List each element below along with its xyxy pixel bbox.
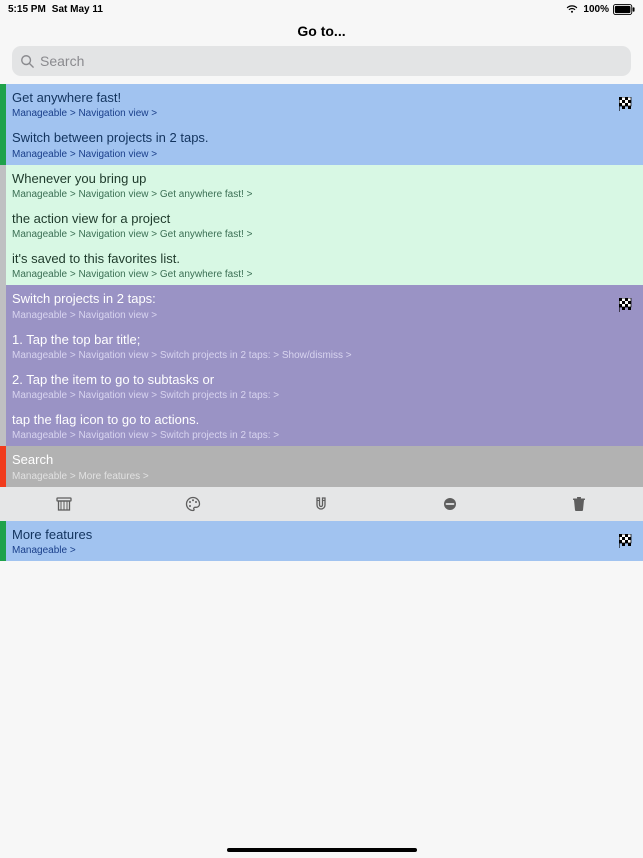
list-item[interactable]: it's saved to this favorites list. Manage… [0, 245, 643, 285]
search-field[interactable] [12, 46, 631, 76]
list-item-body: More features Manageable > [6, 521, 643, 561]
page-title-text: Go to... [297, 23, 345, 39]
list-item-breadcrumb: Manageable > Navigation view > Get anywh… [12, 189, 615, 201]
search-icon [20, 54, 34, 68]
checkered-flag-icon[interactable] [619, 97, 633, 111]
search-input[interactable] [40, 53, 623, 69]
list-item[interactable]: Get anywhere fast! Manageable > Navigatio… [0, 84, 643, 124]
list-item[interactable]: 2. Tap the item to go to subtasks or Mana… [0, 366, 643, 406]
list-item[interactable]: More features Manageable > [0, 521, 643, 561]
list-item-breadcrumb: Manageable > Navigation view > Switch pr… [12, 430, 615, 442]
more-list: More features Manageable > [0, 521, 643, 561]
palette-button[interactable] [173, 487, 213, 521]
list-item-breadcrumb: Manageable > Navigation view > Switch pr… [12, 350, 615, 362]
status-time: 5:15 PM [8, 4, 46, 15]
list-item-body: 2. Tap the item to go to subtasks or Mana… [6, 366, 643, 406]
list-item-body: Search Manageable > More features > [6, 446, 643, 486]
list-item-body: Get anywhere fast! Manageable > Navigatio… [6, 84, 643, 124]
list-item-breadcrumb: Manageable > Navigation view > Get anywh… [12, 269, 615, 281]
list-item-title: 2. Tap the item to go to subtasks or [12, 372, 615, 388]
list-item-breadcrumb: Manageable > Navigation view > [12, 108, 615, 120]
list-item-body: tap the flag icon to go to actions. Manag… [6, 406, 643, 446]
list-item[interactable]: Switch projects in 2 taps: Manageable > N… [0, 285, 643, 325]
list-item[interactable]: Whenever you bring up Manageable > Naviga… [0, 165, 643, 205]
archive-button[interactable] [44, 487, 84, 521]
list-item[interactable]: Switch between projects in 2 taps. Manage… [0, 124, 643, 164]
list-item-breadcrumb: Manageable > Navigation view > [12, 310, 615, 322]
list-item-body: 1. Tap the top bar title; Manageable > Na… [6, 326, 643, 366]
list-item-title: Switch between projects in 2 taps. [12, 130, 615, 146]
list-item-title: 1. Tap the top bar title; [12, 332, 615, 348]
list-item-body: Switch projects in 2 taps: Manageable > N… [6, 285, 643, 325]
status-bar: 5:15 PM Sat May 11 100% [0, 0, 643, 18]
list-item-title: Switch projects in 2 taps: [12, 291, 615, 307]
status-battery-pct: 100% [583, 4, 609, 15]
list-item[interactable]: the action view for a project Manageable … [0, 205, 643, 245]
page-title: Go to... [0, 18, 643, 44]
favorites-list: Get anywhere fast! Manageable > Navigatio… [0, 84, 643, 487]
checkered-flag-icon[interactable] [619, 298, 633, 312]
home-indicator [227, 848, 417, 852]
action-toolbar [0, 487, 643, 521]
list-item-breadcrumb: Manageable > [12, 545, 615, 557]
search-container [0, 44, 643, 84]
list-item-breadcrumb: Manageable > More features > [12, 471, 615, 483]
list-item-title: it's saved to this favorites list. [12, 251, 615, 267]
list-item-body: Whenever you bring up Manageable > Naviga… [6, 165, 643, 205]
list-item-body: it's saved to this favorites list. Manage… [6, 245, 643, 285]
status-date: Sat May 11 [52, 4, 103, 15]
wifi-icon [565, 4, 579, 14]
list-item-body: Switch between projects in 2 taps. Manage… [6, 124, 643, 164]
list-item-breadcrumb: Manageable > Navigation view > [12, 149, 615, 161]
battery-icon [613, 4, 635, 15]
list-item[interactable]: tap the flag icon to go to actions. Manag… [0, 406, 643, 446]
list-item-title: Search [12, 452, 615, 468]
list-item-breadcrumb: Manageable > Navigation view > Get anywh… [12, 229, 615, 241]
list-item-title: More features [12, 527, 615, 543]
list-item[interactable]: 1. Tap the top bar title; Manageable > Na… [0, 326, 643, 366]
list-item-title: Whenever you bring up [12, 171, 615, 187]
list-item-title: Get anywhere fast! [12, 90, 615, 106]
remove-button[interactable] [430, 487, 470, 521]
list-item-title: tap the flag icon to go to actions. [12, 412, 615, 428]
list-item-body: the action view for a project Manageable … [6, 205, 643, 245]
list-item-title: the action view for a project [12, 211, 615, 227]
list-item[interactable]: Search Manageable > More features > [0, 446, 643, 486]
trash-button[interactable] [559, 487, 599, 521]
magnet-button[interactable] [301, 487, 341, 521]
checkered-flag-icon[interactable] [619, 534, 633, 548]
list-item-breadcrumb: Manageable > Navigation view > Switch pr… [12, 390, 615, 402]
